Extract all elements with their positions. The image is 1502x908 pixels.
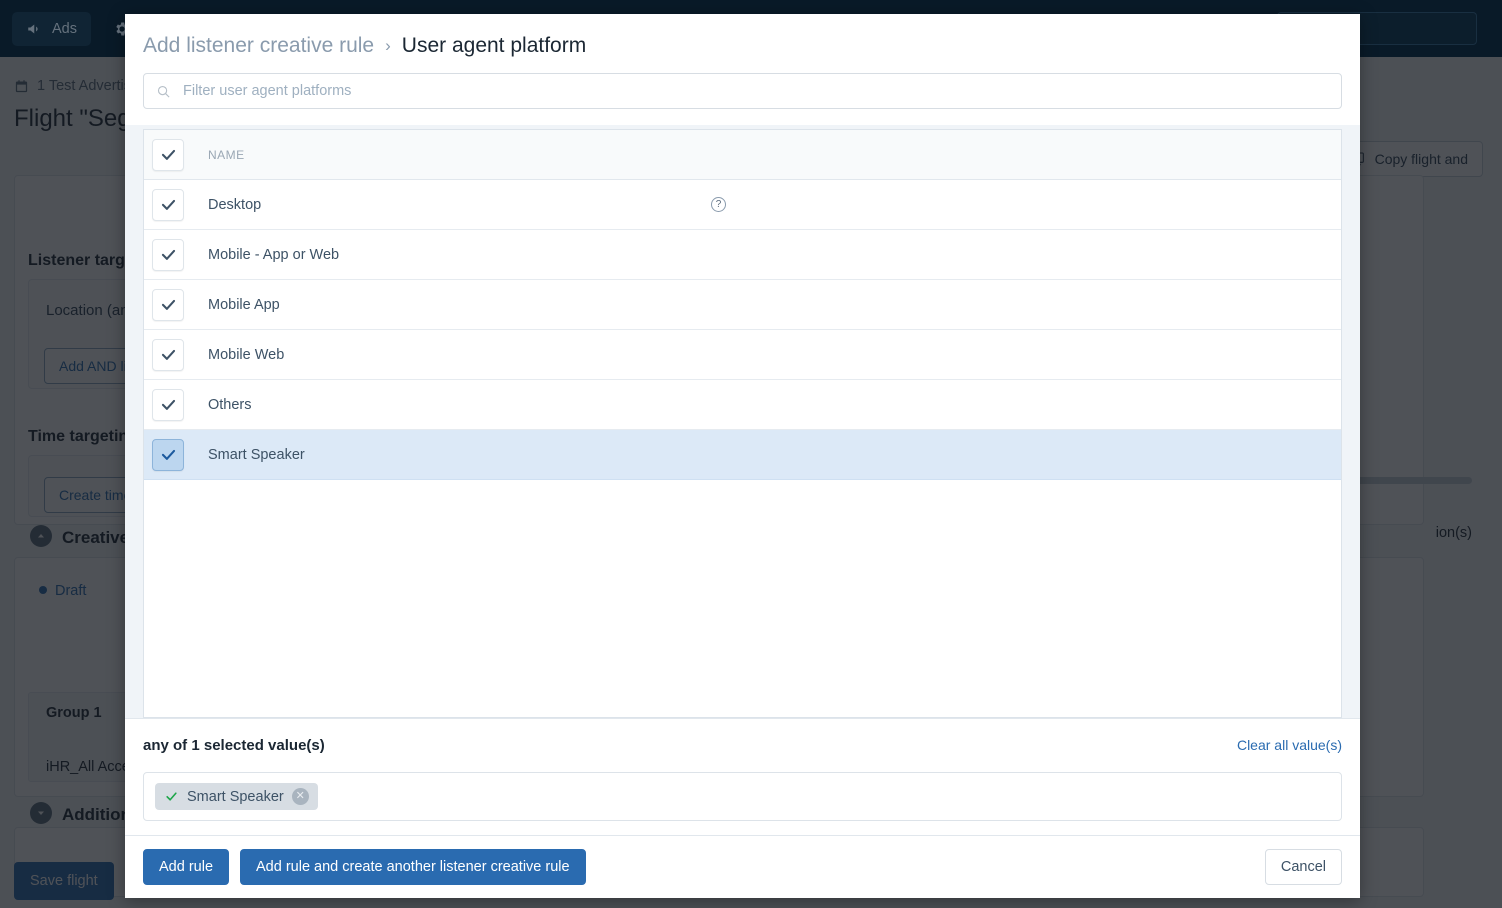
filter-box[interactable] xyxy=(143,73,1342,109)
row-checkbox[interactable] xyxy=(152,338,184,371)
selected-chip[interactable]: Smart Speaker ✕ xyxy=(155,783,318,810)
row-checkbox[interactable] xyxy=(152,388,184,421)
row-checkbox[interactable] xyxy=(152,438,184,471)
breadcrumb-parent-link[interactable]: Add listener creative rule xyxy=(143,34,374,58)
table-header-row[interactable]: NAME xyxy=(144,130,1341,180)
row-label: Mobile Web xyxy=(208,346,285,363)
row-checkbox[interactable] xyxy=(152,238,184,271)
column-header-name: NAME xyxy=(208,147,245,162)
filter-section xyxy=(125,58,1360,125)
row-label: Mobile App xyxy=(208,296,280,313)
selected-chip-label: Smart Speaker xyxy=(187,788,284,805)
selected-values-header: any of 1 selected value(s) Clear all val… xyxy=(143,737,1342,754)
table-row[interactable]: Mobile App xyxy=(144,280,1341,330)
add-rule-button[interactable]: Add rule xyxy=(143,849,230,885)
close-circle-icon[interactable]: ✕ xyxy=(291,788,309,805)
table-row[interactable]: Mobile Web xyxy=(144,330,1341,380)
breadcrumb-current: User agent platform xyxy=(401,34,587,57)
row-label: Smart Speaker xyxy=(208,446,305,463)
platform-list-region: NAME Desktop ? Mobile - App or Web Mobil… xyxy=(125,125,1360,718)
row-label: Others xyxy=(208,396,252,413)
dialog-header: Add listener creative rule › User agent … xyxy=(125,14,1360,58)
check-icon xyxy=(164,790,179,803)
table-row[interactable]: Mobile - App or Web xyxy=(144,230,1341,280)
help-icon[interactable]: ? xyxy=(711,197,726,212)
add-rule-and-create-another-button[interactable]: Add rule and create another listener cre… xyxy=(240,849,586,885)
breadcrumb-separator-icon: › xyxy=(385,36,391,55)
user-agent-platform-dialog: Add listener creative rule › User agent … xyxy=(125,14,1360,898)
search-icon xyxy=(156,84,171,99)
row-checkbox[interactable] xyxy=(152,288,184,321)
selected-chips-container: Smart Speaker ✕ xyxy=(143,772,1342,821)
row-label: Desktop xyxy=(208,196,262,213)
cancel-button[interactable]: Cancel xyxy=(1264,849,1342,885)
platform-list: NAME Desktop ? Mobile - App or Web Mobil… xyxy=(143,129,1342,718)
selected-values-title: any of 1 selected value(s) xyxy=(143,737,325,754)
table-row[interactable]: Others xyxy=(144,380,1341,430)
row-checkbox[interactable] xyxy=(152,188,184,221)
clear-all-values-link[interactable]: Clear all value(s) xyxy=(1237,737,1342,753)
table-row-selected[interactable]: Smart Speaker xyxy=(144,430,1341,480)
selected-values-section: any of 1 selected value(s) Clear all val… xyxy=(125,718,1360,835)
row-label: Mobile - App or Web xyxy=(208,246,340,263)
dialog-footer: Add rule Add rule and create another lis… xyxy=(125,835,1360,898)
search-input[interactable] xyxy=(183,83,1329,99)
select-all-checkbox[interactable] xyxy=(152,138,184,171)
dialog-breadcrumb: Add listener creative rule › User agent … xyxy=(143,34,1342,58)
table-row[interactable]: Desktop ? xyxy=(144,180,1341,230)
